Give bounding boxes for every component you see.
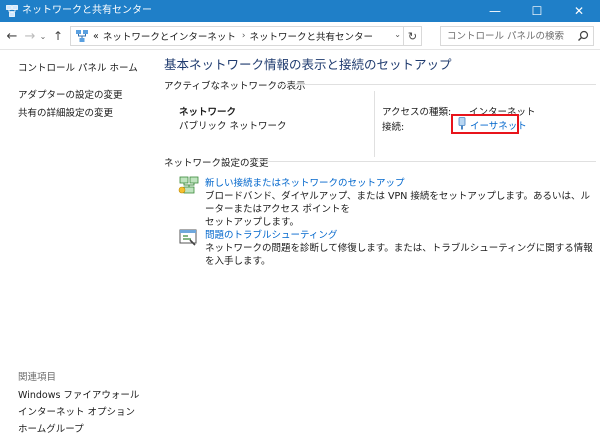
connection-label: 接続: bbox=[382, 122, 405, 133]
troubleshoot-link[interactable]: 問題のトラブルシューティング bbox=[205, 227, 337, 241]
search-icon[interactable] bbox=[577, 30, 589, 42]
navigation-bar: ← → ⌄ ↑ « ネットワークとインターネット › ネットワークと共有センター… bbox=[0, 22, 600, 50]
address-dropdown-icon[interactable]: ⌄ bbox=[394, 30, 401, 39]
address-overflow[interactable]: « bbox=[93, 31, 99, 42]
breadcrumb-separator[interactable]: › bbox=[242, 31, 246, 41]
troubleshoot-icon bbox=[179, 229, 197, 246]
maximize-button[interactable]: ☐ bbox=[516, 0, 558, 22]
page-title: 基本ネットワーク情報の表示と接続のセットアップ bbox=[164, 57, 452, 72]
sidebar: コントロール パネル ホーム アダプターの設定の変更 共有の詳細設定の変更 関連… bbox=[0, 51, 150, 439]
ethernet-icon bbox=[458, 117, 466, 130]
troubleshoot-description: ネットワークの問題を診断して修復します。または、トラブルシューティングに関する情… bbox=[205, 243, 593, 267]
up-button[interactable]: ↑ bbox=[50, 28, 66, 44]
window-title: ネットワークと共有センター bbox=[22, 5, 152, 16]
network-name: ネットワーク bbox=[179, 107, 237, 118]
sidebar-change-adapter-settings[interactable]: アダプターの設定の変更 bbox=[18, 87, 123, 101]
refresh-button[interactable]: ↻ bbox=[403, 27, 421, 45]
sidebar-control-panel-home[interactable]: コントロール パネル ホーム bbox=[18, 60, 138, 74]
close-button[interactable]: ✕ bbox=[558, 0, 600, 22]
see-also-heading: 関連項目 bbox=[18, 372, 57, 383]
setup-new-connection-description: ブロードバンド、ダイヤルアップ、または VPN 接続をセットアップします。あるい… bbox=[205, 190, 597, 229]
search-box[interactable] bbox=[440, 26, 594, 46]
back-button[interactable]: ← bbox=[4, 28, 20, 44]
active-networks-heading: アクティブなネットワークの表示 bbox=[164, 81, 306, 92]
control-panel-icon bbox=[76, 30, 88, 42]
network-center-icon bbox=[6, 5, 18, 17]
search-input[interactable] bbox=[447, 30, 577, 42]
sidebar-change-advanced-sharing[interactable]: 共有の詳細設定の変更 bbox=[18, 105, 113, 119]
network-info-divider bbox=[374, 91, 375, 157]
section-divider bbox=[256, 161, 596, 162]
recent-locations-button[interactable]: ⌄ bbox=[38, 28, 48, 44]
forward-button[interactable]: → bbox=[22, 28, 38, 44]
breadcrumb-network-center[interactable]: ネットワークと共有センター bbox=[249, 29, 373, 43]
address-bar[interactable]: « ネットワークとインターネット › ネットワークと共有センター ⌄ ↻ bbox=[70, 26, 422, 46]
setup-new-connection-link[interactable]: 新しい接続またはネットワークのセットアップ bbox=[205, 175, 405, 189]
setup-description-line1: ブロードバンド、ダイヤルアップ、または VPN 接続をセットアップします。あるい… bbox=[205, 191, 590, 215]
main-content: 基本ネットワーク情報の表示と接続のセットアップ アクティブなネットワークの表示 … bbox=[164, 51, 600, 439]
breadcrumb-network-internet[interactable]: ネットワークとインターネット bbox=[103, 29, 236, 43]
see-also-windows-firewall[interactable]: Windows ファイアウォール bbox=[18, 387, 139, 401]
ethernet-connection-link[interactable]: イーサネット bbox=[470, 118, 527, 132]
see-also-internet-options[interactable]: インターネット オプション bbox=[18, 404, 135, 418]
new-connection-icon bbox=[178, 176, 199, 194]
network-settings-heading: ネットワーク設定の変更 bbox=[164, 158, 269, 169]
minimize-button[interactable]: — bbox=[474, 0, 516, 22]
title-bar: ネットワークと共有センター — ☐ ✕ bbox=[0, 0, 600, 22]
network-type: パブリック ネットワーク bbox=[179, 121, 287, 132]
section-divider bbox=[278, 84, 596, 85]
access-type-label: アクセスの種類: bbox=[382, 107, 452, 118]
see-also-homegroup[interactable]: ホームグループ bbox=[18, 421, 84, 435]
